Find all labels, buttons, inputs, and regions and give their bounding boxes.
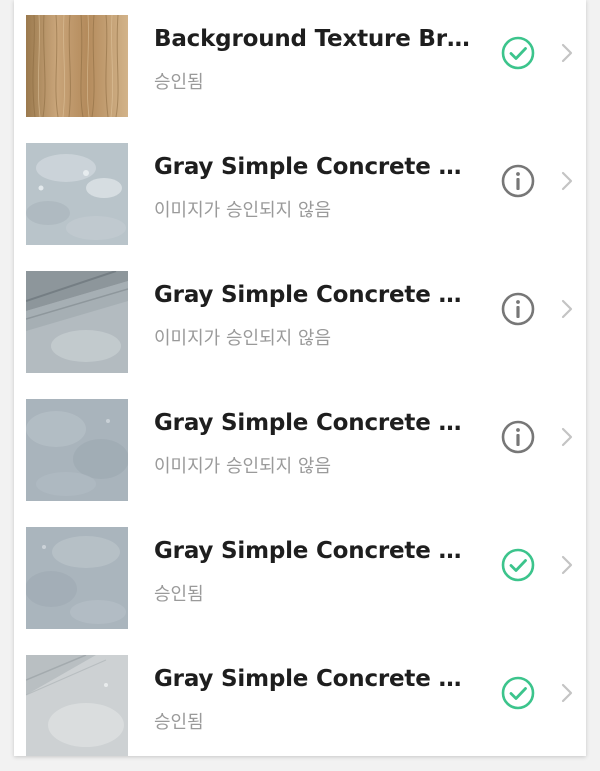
chevron-right-icon [558,424,576,450]
list-item[interactable]: Gray Simple Concrete St... 이미지가 승인되지 않음 [14,256,586,384]
thumbnail-image [26,271,128,373]
item-status: 승인됨 [154,584,204,605]
info-circle-icon [500,163,536,199]
item-title: Gray Simple Concrete St... [154,538,474,564]
check-circle-icon [500,35,536,71]
item-status: 이미지가 승인되지 않음 [154,456,332,477]
item-title: Gray Simple Concrete St... [154,282,474,308]
item-title: Gray Simple Concrete St... [154,666,474,692]
check-circle-icon [500,675,536,711]
chevron-right-icon [558,296,576,322]
thumbnail-image [26,143,128,245]
item-status: 승인됨 [154,712,204,733]
thumbnail-image [26,655,128,756]
list-item[interactable]: Background Texture Bri... 승인됨 [14,0,586,128]
item-title: Gray Simple Concrete St... [154,410,474,436]
list-item[interactable]: Gray Simple Concrete St... 승인됨 [14,640,586,756]
image-list-card: Background Texture Bri... 승인됨 Gray Simpl… [14,0,586,756]
info-circle-icon [500,291,536,327]
check-circle-icon [500,547,536,583]
item-title: Gray Simple Concrete St... [154,154,474,180]
chevron-right-icon [558,168,576,194]
list-item[interactable]: Gray Simple Concrete St... 이미지가 승인되지 않음 [14,128,586,256]
chevron-right-icon [558,680,576,706]
info-circle-icon [500,419,536,455]
chevron-right-icon [558,40,576,66]
thumbnail-image [26,527,128,629]
image-list: Background Texture Bri... 승인됨 Gray Simpl… [14,0,586,756]
thumbnail-image [26,15,128,117]
chevron-right-icon [558,552,576,578]
item-status: 승인됨 [154,72,204,93]
item-status: 이미지가 승인되지 않음 [154,200,332,221]
item-title: Background Texture Bri... [154,26,474,52]
list-item[interactable]: Gray Simple Concrete St... 이미지가 승인되지 않음 [14,384,586,512]
list-item[interactable]: Gray Simple Concrete St... 승인됨 [14,512,586,640]
item-status: 이미지가 승인되지 않음 [154,328,332,349]
thumbnail-image [26,399,128,501]
